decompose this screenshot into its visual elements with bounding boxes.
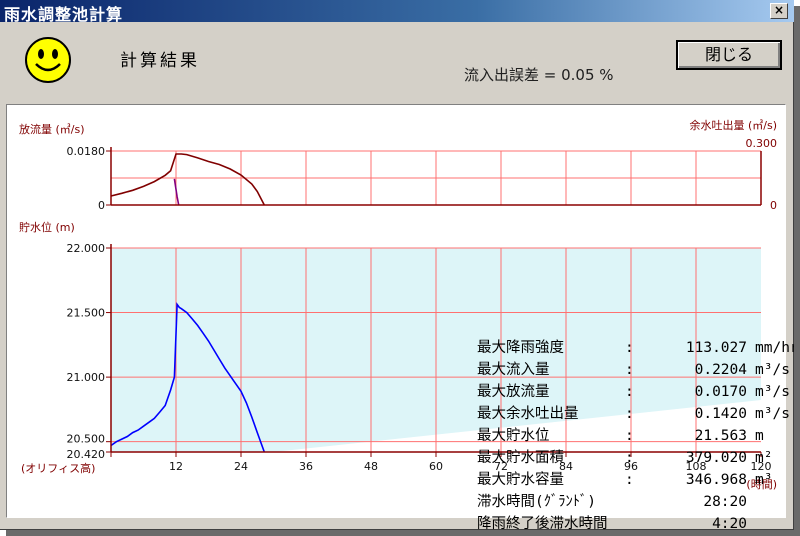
title-bar[interactable]: 雨水調整池計算 × — [0, 0, 794, 24]
time-tick-label: 60 — [429, 460, 443, 473]
stat-unit: mm/hr — [755, 340, 799, 356]
stat-colon: : — [625, 362, 634, 378]
close-button[interactable]: 閉じる — [676, 40, 782, 70]
stat-label: 最大貯水容量 — [477, 472, 564, 488]
outflow-tick-label: 0 — [98, 199, 105, 212]
stat-unit: m — [755, 428, 764, 444]
stat-label: 最大貯水面積 — [477, 450, 564, 466]
chart-panel: 放流量 (㎥/s) 余水吐出量 (㎥/s) 0.0180 0 0.300 0 貯水位 (m)… — [6, 104, 799, 532]
window-title: 雨水調整池計算 — [4, 5, 124, 24]
dialog-window: 雨水調整池計算 × 計算結果 閉じる 流入出誤差 = 0.05 % 放流量 (㎥… — [0, 0, 799, 532]
stat-label: 最大余水吐出量 — [477, 406, 579, 422]
stat-label: 最大流入量 — [477, 362, 550, 378]
stat-value: 379.020 — [685, 450, 747, 466]
stat-unit: m³/s — [755, 406, 790, 422]
level-tick-label: 21.000 — [67, 371, 106, 384]
stat-value: 113.027 — [685, 340, 747, 356]
stat-label: 最大貯水位 — [477, 428, 550, 444]
close-icon[interactable]: × — [770, 3, 788, 19]
stat-label: 最大降雨強度 — [477, 340, 564, 356]
stat-label: 最大放流量 — [477, 384, 550, 400]
stat-unit: m² — [755, 450, 773, 466]
orifice-height-label: (オリフィス高) — [21, 461, 95, 475]
outflow-tick-label: 0.0180 — [67, 145, 106, 158]
stat-colon: : — [625, 384, 634, 400]
stat-label: 滞水時間(ｸﾞﾗﾝﾄﾞ) — [477, 494, 596, 510]
stat-unit: m³/s — [755, 384, 790, 400]
stat-colon: : — [625, 428, 634, 444]
spill-axis-title: 余水吐出量 (㎥/s) — [689, 118, 777, 132]
stat-value: 21.563 — [694, 428, 747, 444]
time-tick-label: 24 — [234, 460, 248, 473]
level-tick-label: 22.000 — [67, 242, 106, 255]
spill-tick-label: 0.300 — [746, 137, 778, 150]
spill-series-line — [173, 178, 180, 206]
window-shadow-right — [794, 6, 800, 536]
stat-value: 0.2204 — [694, 362, 747, 378]
time-tick-label: 12 — [169, 460, 183, 473]
result-label: 計算結果 — [120, 51, 200, 71]
stat-unit: m³/s — [755, 362, 790, 378]
stat-value: 346.968 — [685, 472, 747, 488]
spill-tick-label: 0 — [770, 199, 777, 212]
stat-colon: : — [625, 340, 634, 356]
stat-colon: : — [625, 406, 634, 422]
level-axis-title: 貯水位 (m) — [19, 220, 75, 234]
stat-value: 0.1420 — [694, 406, 747, 422]
level-tick-label: 20.420 — [67, 448, 106, 461]
stat-value: 28:20 — [703, 494, 747, 510]
stat-colon: : — [625, 472, 634, 488]
level-tick-label: 20.500 — [67, 433, 106, 446]
stat-colon: : — [625, 450, 634, 466]
stat-value: 0.0170 — [694, 384, 747, 400]
smiley-icon — [25, 37, 71, 83]
stat-unit: m³ — [755, 472, 773, 488]
outflow-grid — [111, 150, 761, 205]
time-tick-label: 48 — [364, 460, 378, 473]
inflow-outflow-error: 流入出誤差 = 0.05 % — [464, 66, 614, 84]
window-shadow-bottom — [6, 530, 800, 536]
level-tick-label: 21.500 — [67, 307, 106, 320]
time-tick-label: 36 — [299, 460, 313, 473]
outflow-axis-title: 放流量 (㎥/s) — [19, 122, 85, 136]
